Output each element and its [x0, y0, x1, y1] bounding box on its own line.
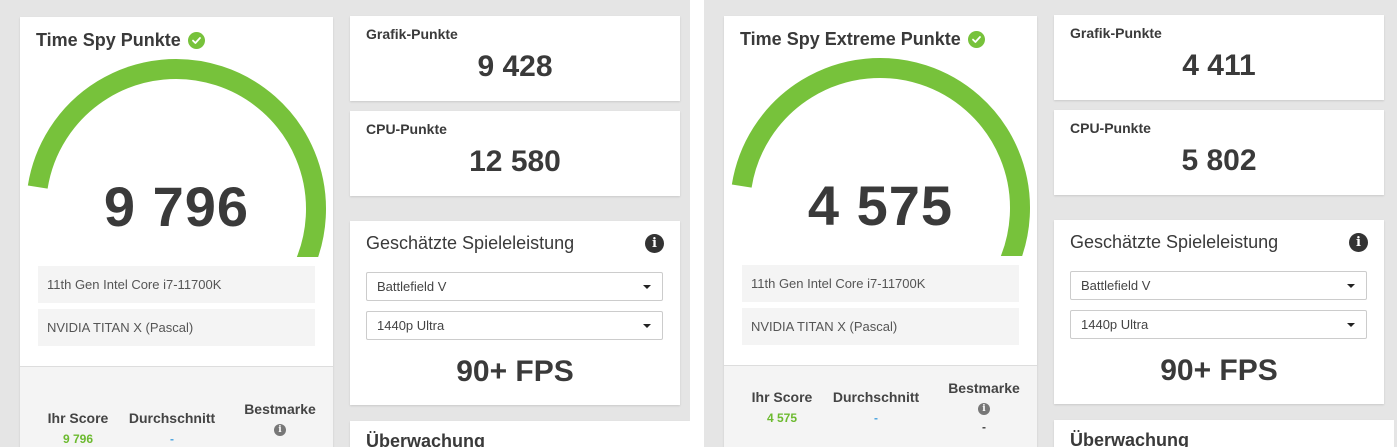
score-card: Time Spy Punkte 9 796 11th Gen Intel Cor…	[20, 17, 333, 447]
caret-down-icon	[1347, 323, 1355, 327]
game-estimate-title: Geschätzte Spieleleistung	[366, 233, 575, 253]
game-estimate-card: Geschätzte Spieleleistung i Battlefield …	[1054, 220, 1384, 404]
check-circle-icon	[967, 31, 985, 48]
cpu-name: 11th Gen Intel Core i7-11700K	[38, 266, 315, 303]
info-icon[interactable]: i	[645, 234, 664, 253]
best-value: -	[982, 420, 986, 434]
average-value: -	[874, 411, 878, 425]
resolution-select-value: 1440p Ultra	[1081, 317, 1149, 332]
average-label: Durchschnitt	[832, 389, 920, 405]
caret-down-icon	[643, 324, 651, 328]
result-panel-time-spy: Time Spy Punkte 9 796 11th Gen Intel Cor…	[0, 0, 690, 447]
best-value: -	[232, 441, 328, 447]
game-estimate-card: Geschätzte Spieleleistung i Battlefield …	[350, 221, 680, 405]
fps-estimate: 90+ FPS	[456, 355, 574, 388]
graphics-score-card: Grafik-Punkte 4 411	[1054, 15, 1384, 100]
score-card: Time Spy Extreme Punkte 4 575 11th Gen I…	[724, 16, 1037, 447]
caret-down-icon	[643, 285, 651, 289]
cpu-score-card: CPU-Punkte 12 580	[350, 111, 680, 196]
game-select[interactable]: Battlefield V	[366, 272, 663, 301]
score-comparison: Ihr Score 9 796 Durchschnitt - Bestmarke…	[20, 366, 333, 447]
result-panel-time-spy-extreme: Time Spy Extreme Punkte 4 575 11th Gen I…	[704, 0, 1394, 447]
cpu-score-card: CPU-Punkte 5 802	[1054, 110, 1384, 195]
cpu-score-label: CPU-Punkte	[1070, 120, 1151, 136]
game-select-value: Battlefield V	[377, 279, 447, 294]
cpu-score-value: 12 580	[469, 145, 561, 178]
score-title: Time Spy Extreme Punkte	[740, 29, 985, 50]
your-score-value: 4 575	[766, 411, 798, 425]
your-score-column: Ihr Score 4 575	[734, 389, 830, 425]
cpu-score-value: 5 802	[1181, 144, 1257, 177]
monitoring-card: Überwachung	[1054, 420, 1394, 447]
total-score: 9 796	[103, 175, 250, 238]
cpu-name: 11th Gen Intel Core i7-11700K	[742, 265, 1019, 302]
your-score-column: Ihr Score 9 796	[30, 410, 126, 446]
average-column: Durchschnitt -	[826, 389, 926, 425]
cpu-score-label: CPU-Punkte	[366, 121, 447, 137]
average-value: -	[170, 432, 174, 446]
score-title: Time Spy Punkte	[36, 30, 205, 51]
score-title-text: Time Spy Extreme Punkte	[740, 29, 961, 49]
resolution-select[interactable]: 1440p Ultra	[1070, 310, 1367, 339]
check-circle-icon	[187, 32, 205, 49]
game-estimate-title: Geschätzte Spieleleistung	[1070, 232, 1279, 252]
gpu-name: NVIDIA TITAN X (Pascal)	[742, 308, 1019, 345]
your-score-value: 9 796	[62, 432, 94, 446]
average-column: Durchschnitt -	[122, 410, 222, 446]
info-icon[interactable]: i	[274, 424, 286, 436]
info-icon[interactable]: i	[1349, 233, 1368, 252]
gpu-name: NVIDIA TITAN X (Pascal)	[38, 309, 315, 346]
best-column: Bestmarke i -	[936, 380, 1032, 434]
resolution-select-value: 1440p Ultra	[377, 318, 445, 333]
best-label: Bestmarke	[948, 380, 1020, 396]
monitoring-card: Überwachung	[350, 421, 690, 447]
info-icon[interactable]: i	[978, 403, 990, 415]
resolution-select[interactable]: 1440p Ultra	[366, 311, 663, 340]
game-select[interactable]: Battlefield V	[1070, 271, 1367, 300]
caret-down-icon	[1347, 284, 1355, 288]
best-label: Bestmarke	[244, 401, 316, 417]
graphics-score-label: Grafik-Punkte	[366, 26, 458, 42]
your-score-label: Ihr Score	[751, 389, 813, 405]
panel-divider	[690, 0, 704, 447]
score-comparison: Ihr Score 4 575 Durchschnitt - Bestmarke…	[724, 365, 1037, 447]
graphics-score-card: Grafik-Punkte 9 428	[350, 16, 680, 101]
monitoring-title: Überwachung	[366, 431, 486, 447]
graphics-score-value: 4 411	[1182, 49, 1256, 82]
game-select-value: Battlefield V	[1081, 278, 1151, 293]
total-score: 4 575	[807, 174, 954, 237]
monitoring-title: Überwachung	[1070, 430, 1190, 447]
best-column: Bestmarke i -	[232, 401, 328, 447]
score-title-text: Time Spy Punkte	[36, 30, 181, 50]
fps-estimate: 90+ FPS	[1160, 354, 1278, 387]
graphics-score-label: Grafik-Punkte	[1070, 25, 1162, 41]
average-label: Durchschnitt	[128, 410, 216, 426]
graphics-score-value: 9 428	[477, 50, 553, 83]
your-score-label: Ihr Score	[47, 410, 109, 426]
